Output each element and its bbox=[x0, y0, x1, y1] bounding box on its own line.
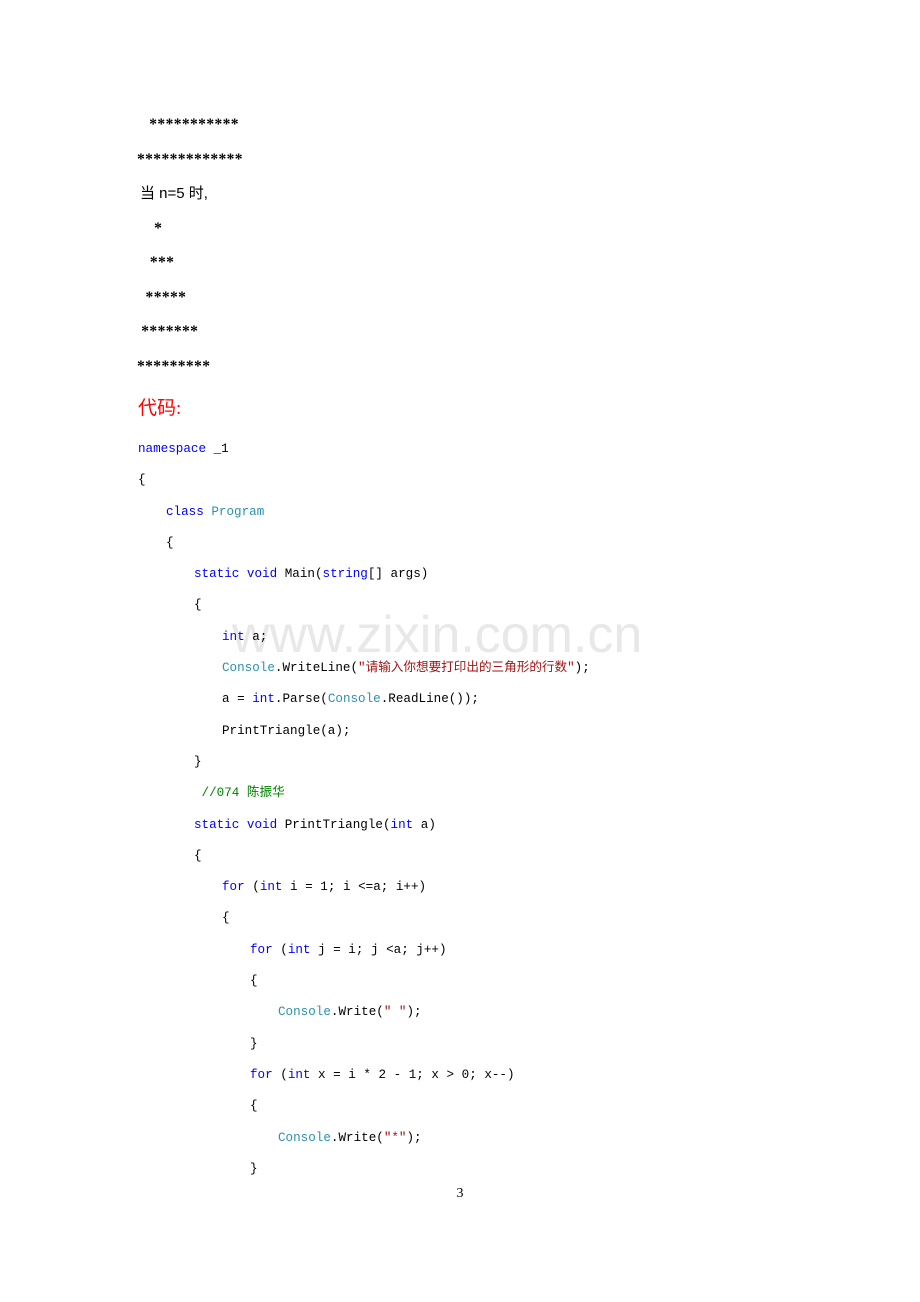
code-token: { bbox=[222, 911, 230, 926]
ascii-triangle-line: ***** bbox=[137, 288, 187, 306]
code-line: } bbox=[0, 1029, 920, 1060]
code-token: int bbox=[252, 692, 275, 707]
ascii-output-line: *********** bbox=[145, 116, 239, 133]
code-token: for bbox=[250, 942, 273, 957]
code-token: .ReadLine()); bbox=[380, 692, 479, 707]
code-token: Console bbox=[278, 1005, 331, 1020]
code-line: Console.Write("*"); bbox=[0, 1123, 920, 1154]
code-token: class bbox=[166, 504, 204, 519]
code-line: { bbox=[0, 528, 920, 559]
code-token: { bbox=[250, 1099, 258, 1114]
code-token: //074 陈振华 bbox=[194, 786, 285, 801]
code-token: int bbox=[259, 880, 283, 895]
code-token: i = 1; i <=a; i++) bbox=[282, 880, 427, 895]
code-token: x = i * 2 - 1; x > 0; x--) bbox=[310, 1067, 515, 1082]
code-token: { bbox=[194, 598, 202, 613]
code-token: void bbox=[246, 567, 278, 582]
code-line: } bbox=[0, 1154, 920, 1185]
code-token: .WriteLine( bbox=[274, 661, 359, 676]
code-token: for bbox=[222, 880, 245, 895]
code-token: for bbox=[250, 1067, 273, 1082]
document-content: *********** ************* 当 n=5 时, * ***… bbox=[0, 0, 920, 1185]
code-token: string bbox=[322, 567, 368, 582]
code-line: Console.WriteLine("请输入你想要打印出的三角形的行数"); bbox=[0, 653, 920, 684]
code-token: Console bbox=[327, 692, 381, 707]
code-token: static bbox=[194, 817, 240, 832]
code-token: a) bbox=[413, 817, 436, 832]
code-line: { bbox=[0, 465, 920, 496]
code-token: PrintTriangle( bbox=[277, 817, 391, 832]
ascii-triangle-line: ********* bbox=[137, 357, 211, 375]
code-token: Main( bbox=[277, 567, 323, 582]
code-token: namespace bbox=[138, 442, 207, 456]
code-token: PrintTriangle(a); bbox=[222, 723, 351, 738]
code-token: ); bbox=[406, 1005, 422, 1020]
ascii-output-line: ************* bbox=[137, 150, 243, 168]
code-token: int bbox=[287, 942, 311, 957]
ascii-triangle-line: *** bbox=[137, 254, 175, 271]
code-token: } bbox=[250, 1036, 258, 1051]
code-token: ( bbox=[272, 1067, 288, 1082]
code-token: Program bbox=[211, 504, 265, 519]
code-line: int a; bbox=[0, 622, 920, 653]
code-token: static bbox=[194, 567, 240, 582]
code-token: "请输入你想要打印出的三角形的行数" bbox=[358, 661, 575, 676]
code-token: } bbox=[194, 754, 202, 769]
code-line: { bbox=[0, 841, 920, 872]
code-token: { bbox=[138, 473, 146, 488]
code-token: { bbox=[194, 848, 202, 863]
code-token: [] args) bbox=[367, 567, 429, 582]
code-line: { bbox=[0, 1091, 920, 1122]
ascii-triangle-line: ******* bbox=[137, 323, 199, 340]
code-token: Console bbox=[222, 661, 275, 676]
code-token: int bbox=[390, 817, 414, 832]
code-line: namespace _1 bbox=[0, 434, 920, 465]
code-section-heading: 代码: bbox=[138, 398, 182, 419]
code-line: static void PrintTriangle(int a) bbox=[0, 810, 920, 841]
code-token: int bbox=[287, 1067, 311, 1082]
code-token: ( bbox=[244, 880, 260, 895]
code-line: } bbox=[0, 747, 920, 778]
code-token: int bbox=[222, 629, 245, 644]
code-token: void bbox=[246, 817, 278, 832]
code-token: _1 bbox=[206, 442, 229, 456]
code-line: Console.Write(" "); bbox=[0, 997, 920, 1028]
code-line: a = int.Parse(Console.ReadLine()); bbox=[0, 684, 920, 715]
code-token: { bbox=[166, 535, 174, 550]
code-token: " " bbox=[383, 1005, 407, 1020]
code-token: ( bbox=[272, 942, 288, 957]
code-token: } bbox=[250, 1161, 258, 1176]
document-page: www.zixin.com.cn *********** ***********… bbox=[0, 0, 920, 1302]
code-line: for (int i = 1; i <=a; i++) bbox=[0, 872, 920, 903]
code-line: class Program bbox=[0, 497, 920, 528]
code-token: .Write( bbox=[330, 1005, 384, 1020]
code-token: a; bbox=[244, 629, 268, 644]
code-line: //074 陈振华 bbox=[0, 778, 920, 809]
ascii-triangle-line: * bbox=[137, 219, 163, 237]
code-line: PrintTriangle(a); bbox=[0, 716, 920, 747]
code-token: Console bbox=[278, 1130, 331, 1145]
code-token: j = i; j <a; j++) bbox=[310, 942, 447, 957]
output-sample-block bbox=[0, 0, 920, 108]
code-token: "*" bbox=[383, 1130, 407, 1145]
code-token: a = bbox=[222, 692, 253, 707]
note-text: 当 n=5 时, bbox=[140, 185, 208, 202]
code-token: .Parse( bbox=[274, 692, 328, 707]
code-block: namespace _1 { class Program { static void M… bbox=[0, 428, 920, 1185]
code-line: for (int j = i; j <a; j++) bbox=[0, 935, 920, 966]
page-number: 3 bbox=[456, 1186, 464, 1201]
code-line: static void Main(string[] args) bbox=[0, 559, 920, 590]
code-line: { bbox=[0, 590, 920, 621]
code-token: { bbox=[250, 974, 258, 989]
code-token: ); bbox=[406, 1130, 422, 1145]
code-token: .Write( bbox=[330, 1130, 384, 1145]
code-line: { bbox=[0, 966, 920, 997]
code-line: { bbox=[0, 903, 920, 934]
code-line: for (int x = i * 2 - 1; x > 0; x--) bbox=[0, 1060, 920, 1091]
code-token: ); bbox=[574, 661, 590, 676]
